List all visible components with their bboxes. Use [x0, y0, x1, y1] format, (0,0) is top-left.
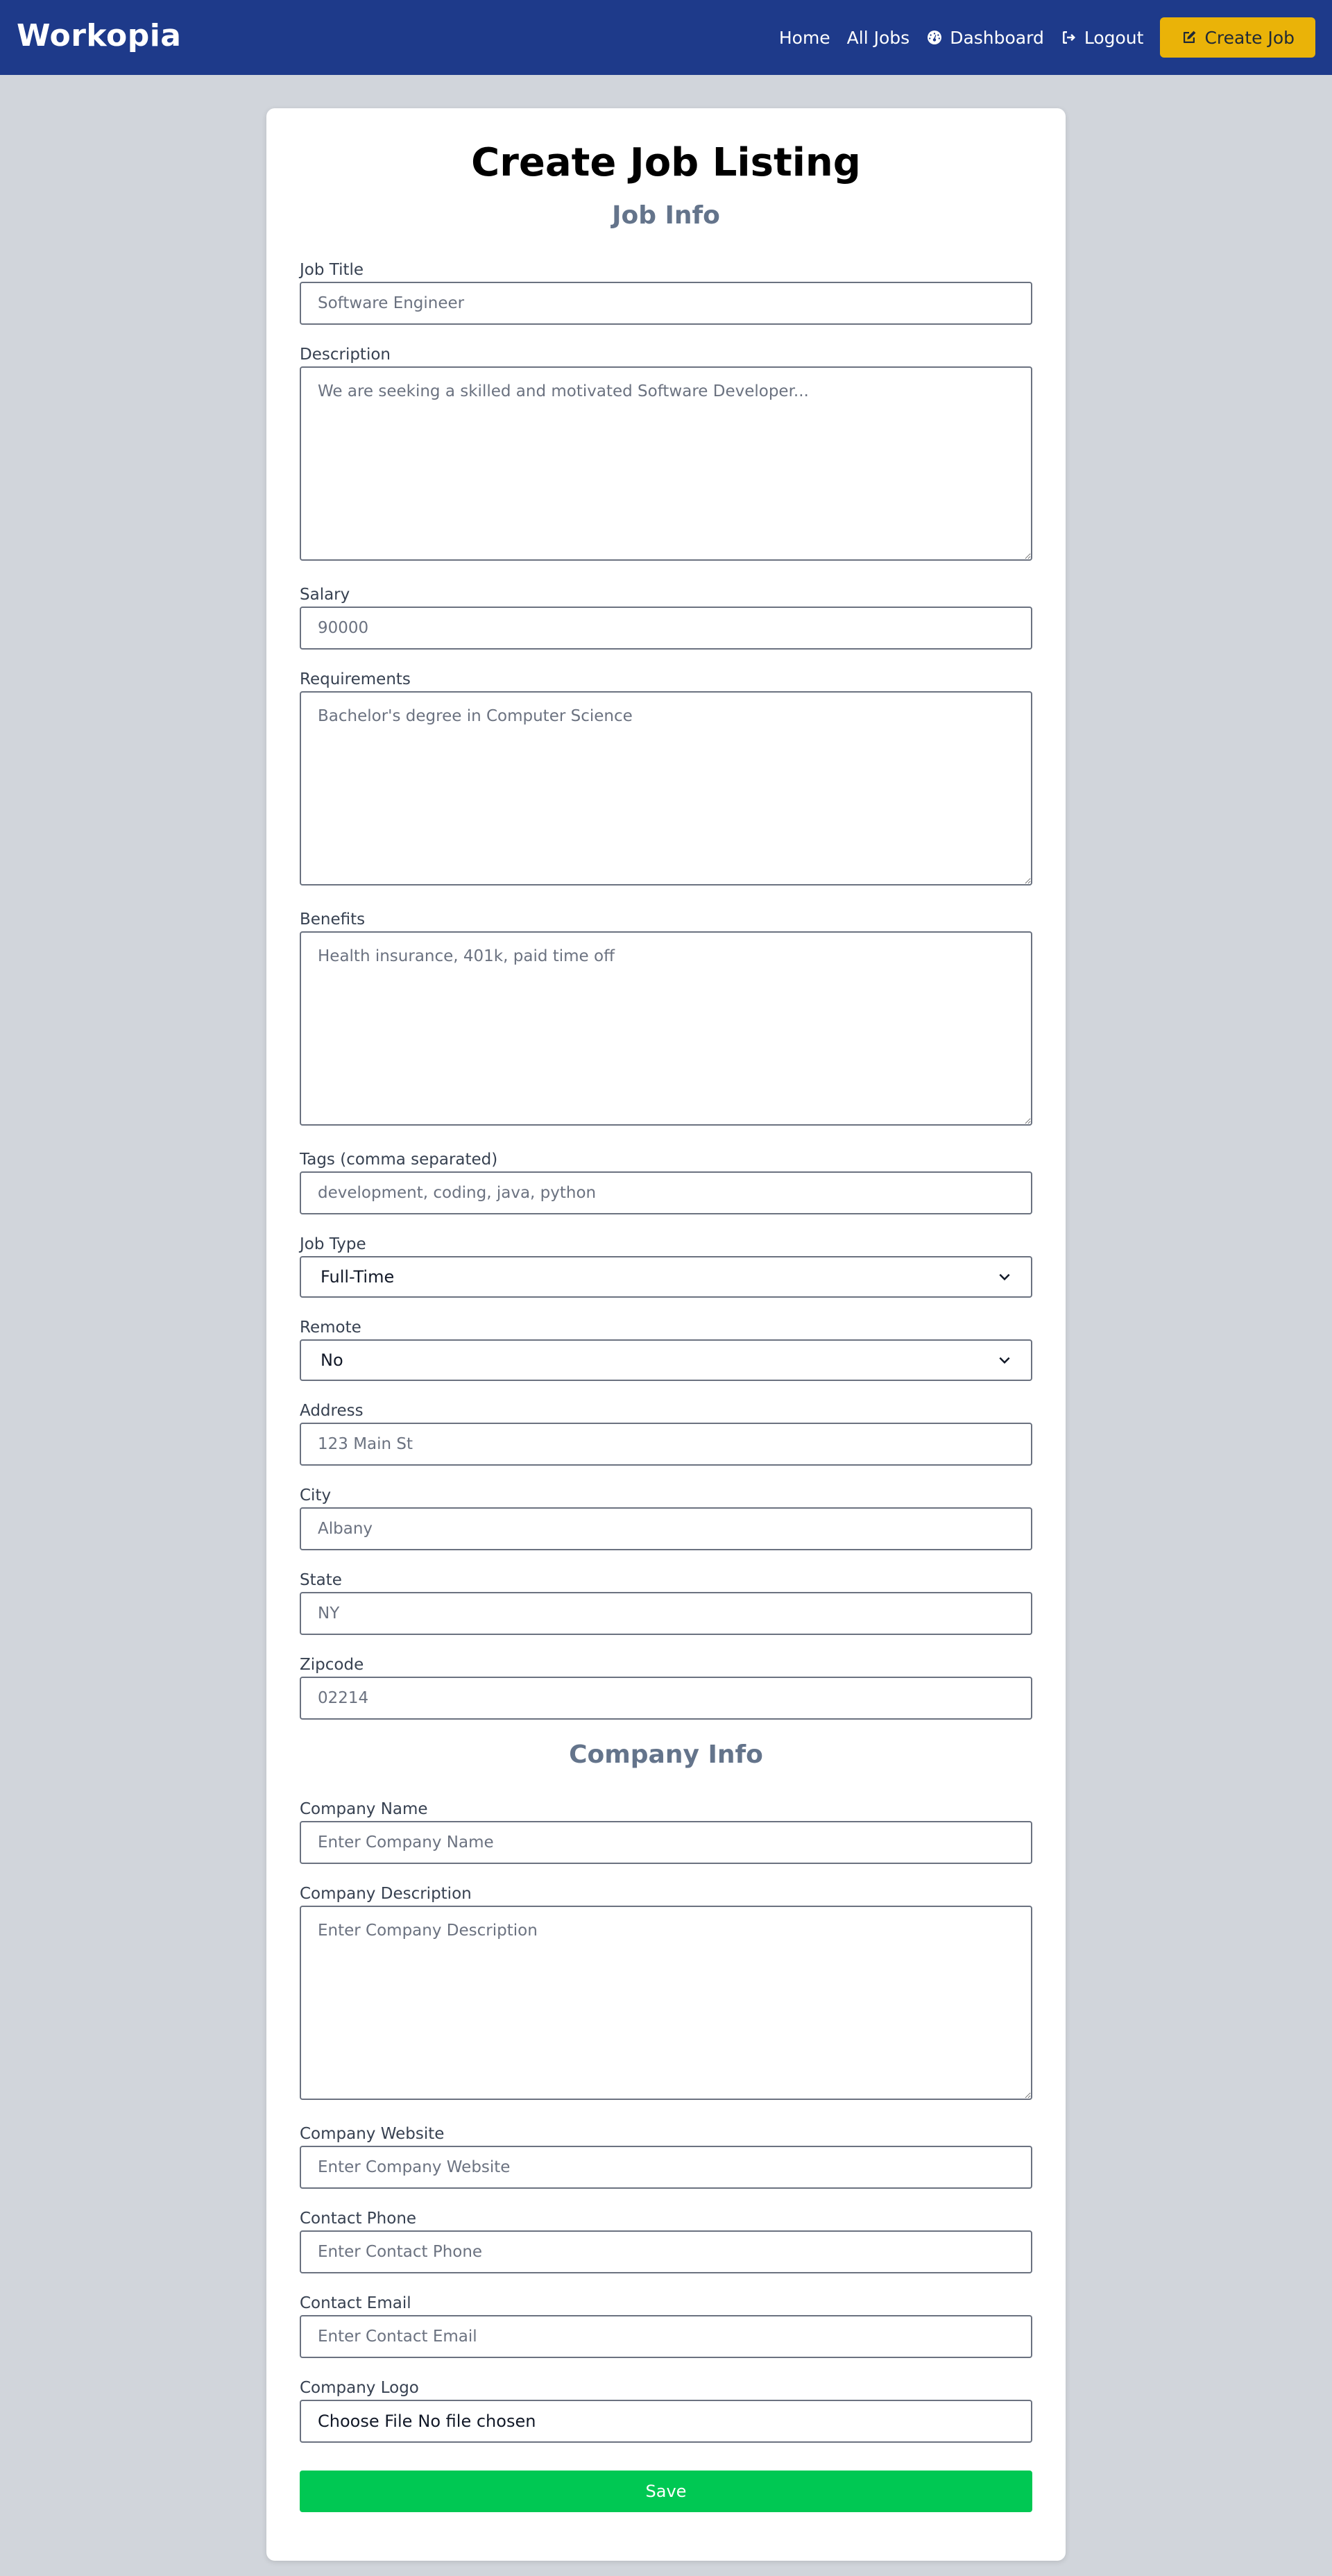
- company-website-label: Company Website: [300, 2125, 445, 2143]
- contact-phone-input[interactable]: [300, 2230, 1032, 2273]
- address-label: Address: [300, 1402, 364, 1420]
- benefits-textarea[interactable]: [300, 931, 1032, 1126]
- tags-label: Tags (comma separated): [300, 1151, 498, 1169]
- job-type-label: Job Type: [300, 1235, 366, 1253]
- job-type-value: Full-Time: [321, 1267, 395, 1287]
- company-name-input[interactable]: [300, 1821, 1032, 1864]
- contact-email-label: Contact Email: [300, 2294, 411, 2312]
- nav-all-jobs-label: All Jobs: [846, 27, 910, 48]
- nav-all-jobs-link[interactable]: All Jobs: [847, 28, 910, 48]
- description-label: Description: [300, 346, 391, 364]
- state-label: State: [300, 1571, 342, 1589]
- chevron-down-icon: [999, 1357, 1010, 1364]
- nav-dashboard-link[interactable]: Dashboard: [926, 28, 1044, 48]
- company-logo-file-input[interactable]: Choose File No file chosen: [300, 2400, 1032, 2443]
- zipcode-label: Zipcode: [300, 1656, 364, 1674]
- nav-logout-label: Logout: [1084, 27, 1144, 48]
- contact-phone-label: Contact Phone: [300, 2210, 417, 2228]
- edit-icon: [1184, 31, 1196, 43]
- choose-file-button[interactable]: Choose File: [318, 2412, 412, 2431]
- salary-label: Salary: [300, 586, 350, 604]
- city-input[interactable]: [300, 1507, 1032, 1550]
- salary-input[interactable]: [300, 607, 1032, 650]
- file-status-text: No file chosen: [418, 2412, 536, 2431]
- city-label: City: [300, 1486, 332, 1505]
- brand-logo[interactable]: Workopia: [17, 18, 181, 53]
- page-title: Create Job Listing: [471, 140, 861, 185]
- job-info-heading: Job Info: [612, 201, 720, 230]
- nav-logout-link[interactable]: Logout: [1061, 27, 1144, 48]
- create-job-label: Create Job: [1204, 27, 1295, 48]
- state-input[interactable]: [300, 1592, 1032, 1635]
- nav-dashboard-label: Dashboard: [950, 27, 1044, 48]
- zipcode-input[interactable]: [300, 1677, 1032, 1720]
- remote-value: No: [321, 1350, 343, 1370]
- gauge-icon: [928, 31, 942, 44]
- company-website-input[interactable]: [300, 2146, 1032, 2189]
- benefits-label: Benefits: [300, 910, 366, 929]
- company-description-textarea[interactable]: [300, 1906, 1032, 2100]
- main-nav: Home All Jobs Dashboard Logout Create Jo…: [779, 0, 1315, 75]
- requirements-textarea[interactable]: [300, 691, 1032, 886]
- description-textarea[interactable]: [300, 366, 1032, 561]
- job-type-select[interactable]: Full-Time: [300, 1256, 1032, 1298]
- job-title-input[interactable]: [300, 282, 1032, 325]
- save-button[interactable]: Save: [300, 2471, 1032, 2512]
- logout-icon: [1062, 31, 1075, 44]
- contact-email-input[interactable]: [300, 2315, 1032, 2358]
- chevron-down-icon: [999, 1273, 1010, 1281]
- requirements-label: Requirements: [300, 670, 411, 688]
- company-logo-label: Company Logo: [300, 2379, 419, 2397]
- remote-label: Remote: [300, 1319, 361, 1337]
- address-input[interactable]: [300, 1423, 1032, 1466]
- nav-home-label: Home: [778, 27, 830, 48]
- tags-input[interactable]: [300, 1171, 1032, 1214]
- create-job-form-card: Create Job Listing Job Info Job Title De…: [266, 108, 1066, 2561]
- top-navbar: Workopia Home All Jobs Dashboard Logout …: [0, 0, 1332, 75]
- company-name-label: Company Name: [300, 1800, 428, 1818]
- remote-select[interactable]: No: [300, 1339, 1032, 1381]
- job-title-label: Job Title: [300, 261, 364, 279]
- create-job-button[interactable]: Create Job: [1160, 17, 1315, 58]
- company-description-label: Company Description: [300, 1885, 472, 1903]
- nav-home-link[interactable]: Home: [779, 28, 830, 48]
- company-info-heading: Company Info: [569, 1740, 763, 1769]
